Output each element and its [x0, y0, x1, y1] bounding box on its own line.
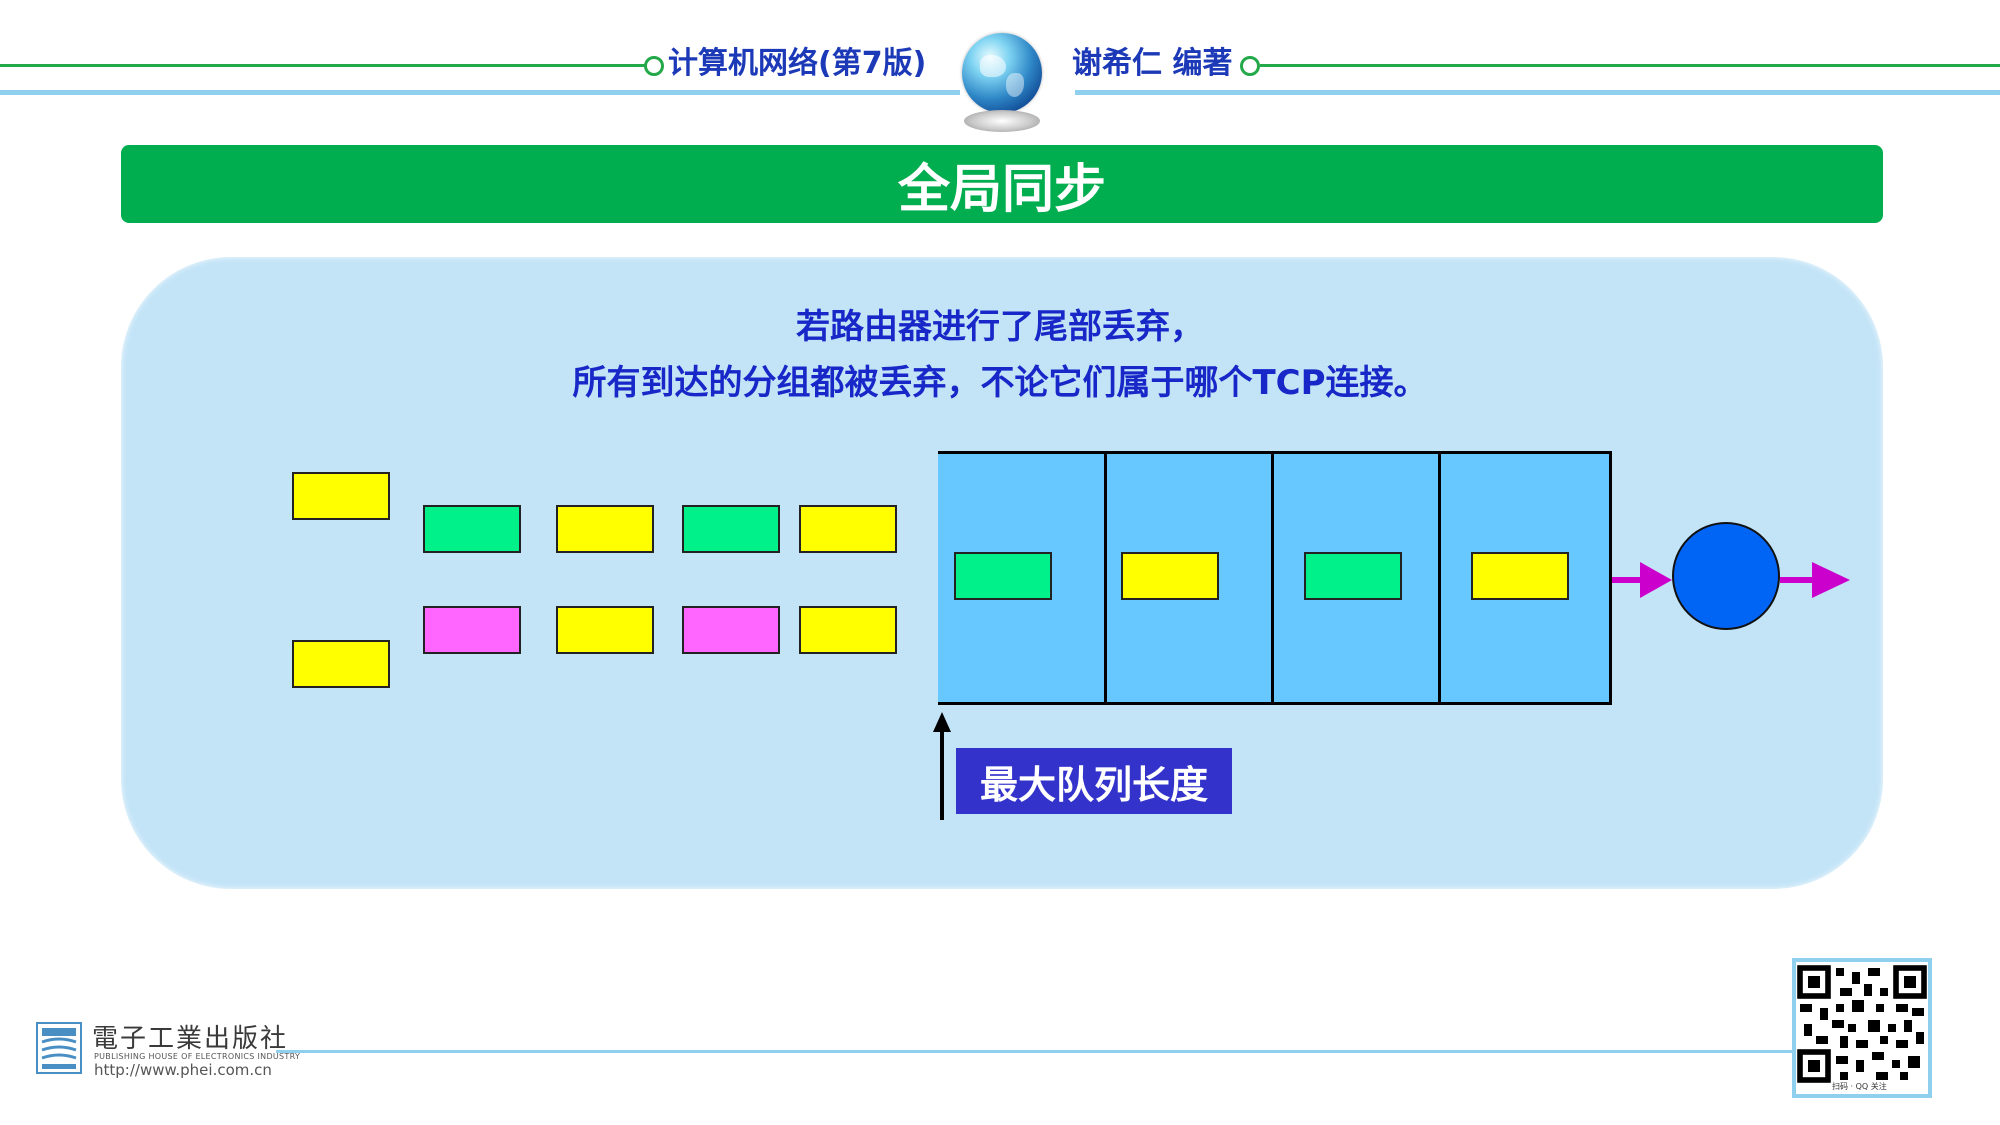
qr-code-frame — [1792, 958, 1932, 1098]
publisher-url[interactable]: http://www.phei.com.cn — [94, 1061, 272, 1079]
publisher-logo-icon — [36, 1022, 82, 1074]
queue-output-arrow — [1612, 562, 1672, 598]
publisher-name-cn: 電子工業出版社 — [92, 1024, 289, 1054]
footer-rule — [276, 1050, 1796, 1053]
server-output-arrow — [1780, 562, 1850, 598]
max-queue-arrow — [933, 712, 951, 820]
publisher-name-en: PUBLISHING HOUSE OF ELECTRONICS INDUSTRY — [94, 1052, 301, 1061]
qr-code-icon — [1797, 965, 1927, 1083]
router-server-circle — [1672, 522, 1780, 630]
qr-caption: 扫码 · QQ 关注 — [1832, 1082, 1887, 1091]
max-queue-length-label: 最大队列长度 — [956, 748, 1232, 814]
